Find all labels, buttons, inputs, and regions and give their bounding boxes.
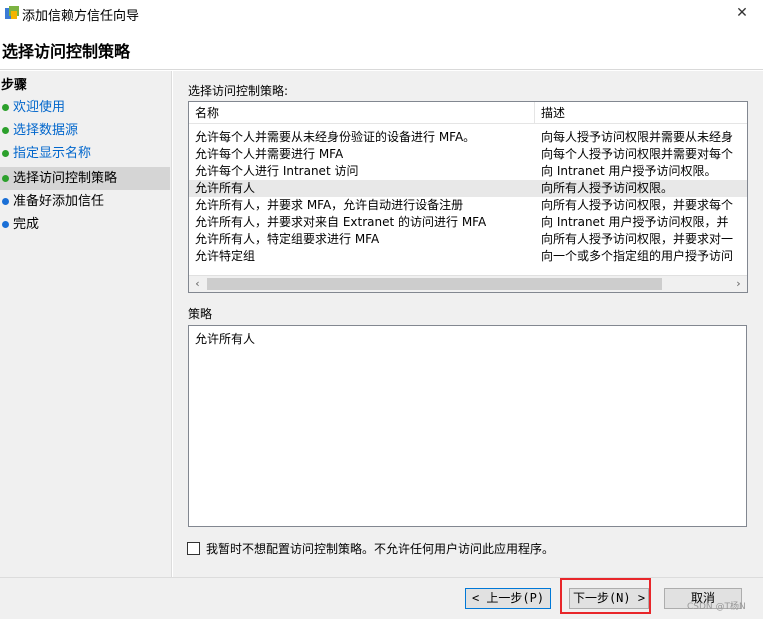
- highlight-box: [560, 578, 651, 614]
- step-select-data-source[interactable]: 选择数据源: [0, 119, 170, 142]
- row-name: 允许每个人并需要从未经身份验证的设备进行 MFA。: [195, 130, 476, 144]
- column-header-description[interactable]: 描述: [535, 102, 747, 124]
- trust-wizard-icon: [5, 6, 19, 19]
- skip-policy-label[interactable]: 我暂时不想配置访问控制策略。不允许任何用户访问此应用程序。: [206, 540, 554, 557]
- status-dot-icon: [2, 150, 9, 157]
- horizontal-scrollbar[interactable]: ‹ ›: [189, 275, 747, 292]
- row-name: 允许所有人，特定组要求进行 MFA: [195, 232, 380, 246]
- row-description: 向所有人授予访问权限，并要求对一: [541, 232, 734, 246]
- scroll-left-icon[interactable]: ‹: [189, 276, 206, 292]
- row-name: 允许所有人，并要求对来自 Extranet 的访问进行 MFA: [195, 215, 487, 229]
- row-description: 向一个或多个指定组的用户授予访问: [541, 249, 734, 263]
- step-access-control-policy: 选择访问控制策略: [0, 167, 170, 190]
- row-description: 向所有人授予访问权限，并要求每个: [541, 198, 734, 212]
- row-name: 允许每个人进行 Intranet 访问: [195, 164, 359, 178]
- step-label: 选择数据源: [13, 123, 79, 138]
- table-row[interactable]: 允许所有人，特定组要求进行 MFA 向所有人授予访问权限，并要求对一: [189, 231, 747, 248]
- step-label: 指定显示名称: [13, 146, 92, 161]
- row-name: 允许所有人，并要求 MFA，允许自动进行设备注册: [195, 198, 464, 212]
- row-name: 允许每个人并需要进行 MFA: [195, 147, 344, 161]
- table-row[interactable]: 允许每个人并需要从未经身份验证的设备进行 MFA。 向每人授予访问权限并需要从未…: [189, 129, 747, 146]
- policy-list[interactable]: 名称 描述 允许每个人并需要从未经身份验证的设备进行 MFA。 向每人授予访问权…: [188, 101, 748, 293]
- status-dot-icon: [2, 175, 9, 182]
- status-dot-icon: [2, 104, 9, 111]
- policy-label: 策略: [188, 307, 213, 321]
- row-description: 向 Intranet 用户授予访问权限。: [541, 164, 717, 178]
- steps-sidebar: 步骤 欢迎使用 选择数据源 指定显示名称 选择访问控制策略 准备好添加信任 完成: [0, 71, 172, 577]
- back-button[interactable]: < 上一步(P): [465, 588, 551, 609]
- watermark: CSDN @T杨N: [687, 602, 746, 612]
- step-welcome[interactable]: 欢迎使用: [0, 96, 170, 119]
- main-content: 选择访问控制策略: 名称 描述 允许每个人并需要从未经身份验证的设备进行 MFA…: [173, 71, 763, 577]
- table-row[interactable]: 允许特定组 向一个或多个指定组的用户授予访问: [189, 248, 747, 265]
- skip-policy-checkbox[interactable]: [187, 542, 200, 555]
- scrollbar-thumb[interactable]: [207, 278, 662, 290]
- status-dot-icon: [2, 127, 9, 134]
- status-dot-icon: [2, 198, 9, 205]
- table-row[interactable]: 允许所有人，并要求 MFA，允许自动进行设备注册 向所有人授予访问权限，并要求每…: [189, 197, 747, 214]
- row-description: 向每人授予访问权限并需要从未经身: [541, 130, 734, 144]
- row-description: 向 Intranet 用户授予访问权限，并: [541, 215, 729, 229]
- policy-preview: 允许所有人: [188, 325, 747, 527]
- steps-heading: 步骤: [1, 78, 28, 93]
- step-label: 选择访问控制策略: [13, 171, 118, 186]
- step-label: 准备好添加信任: [13, 194, 105, 209]
- row-name: 允许所有人: [195, 181, 256, 195]
- policy-list-label: 选择访问控制策略:: [188, 84, 289, 98]
- row-description: 向所有人授予访问权限。: [541, 181, 674, 195]
- scroll-right-icon[interactable]: ›: [730, 276, 747, 292]
- wizard-header: 选择访问控制策略: [0, 26, 763, 70]
- policy-text: 允许所有人: [195, 332, 256, 346]
- status-dot-icon: [2, 221, 9, 228]
- step-label: 完成: [13, 217, 40, 232]
- row-name: 允许特定组: [195, 249, 256, 263]
- step-display-name[interactable]: 指定显示名称: [0, 142, 170, 165]
- table-row[interactable]: 允许所有人，并要求对来自 Extranet 的访问进行 MFA 向 Intran…: [189, 214, 747, 231]
- row-description: 向每个人授予访问权限并需要对每个: [541, 147, 734, 161]
- step-label: 欢迎使用: [13, 100, 66, 115]
- window-title: 添加信赖方信任向导: [22, 9, 140, 24]
- step-ready-to-add: 准备好添加信任: [0, 190, 170, 213]
- table-row[interactable]: 允许每个人并需要进行 MFA 向每个人授予访问权限并需要对每个: [189, 146, 747, 163]
- table-row[interactable]: 允许每个人进行 Intranet 访问 向 Intranet 用户授予访问权限。: [189, 163, 747, 180]
- step-finish: 完成: [0, 213, 170, 236]
- close-button[interactable]: ✕: [728, 2, 756, 24]
- column-header-name[interactable]: 名称: [189, 102, 535, 124]
- table-row-selected[interactable]: 允许所有人 向所有人授予访问权限。: [189, 180, 747, 197]
- page-title: 选择访问控制策略: [2, 42, 131, 61]
- title-bar: 添加信赖方信任向导 ✕: [0, 0, 763, 26]
